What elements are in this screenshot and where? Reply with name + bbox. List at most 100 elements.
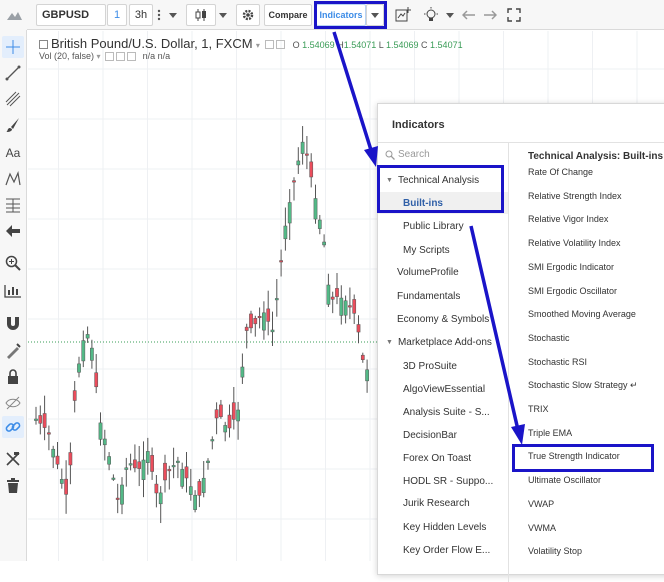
trend-line-icon[interactable] — [2, 62, 24, 84]
candles-icon[interactable] — [186, 4, 216, 26]
category-item[interactable]: Forex On Toast — [378, 447, 508, 469]
category-item[interactable]: Public Library — [378, 215, 508, 237]
candle-body — [77, 363, 81, 373]
brush-icon[interactable] — [2, 114, 24, 136]
title-dropdown-icon[interactable]: ▾ — [256, 41, 260, 50]
open-label: O — [292, 40, 300, 50]
gear-icon[interactable] — [236, 4, 260, 26]
candle-body — [38, 415, 43, 424]
crosshair-icon[interactable] — [2, 36, 24, 58]
indicator-list-header: Technical Analysis: Built-ins — [528, 151, 664, 162]
indicator-item[interactable]: Stochastic — [528, 333, 664, 343]
category-label: Marketplace Add-ons — [397, 336, 492, 348]
magnet-icon[interactable] — [2, 312, 24, 334]
measure-icon[interactable] — [2, 280, 24, 302]
high-value: 1.54071 — [343, 40, 377, 50]
candle-body — [111, 477, 116, 480]
interval-3h[interactable]: 3h — [129, 4, 153, 26]
legend-hide-icon[interactable] — [276, 40, 286, 50]
interval-dropdown-icon[interactable] — [166, 4, 180, 26]
indicator-item[interactable]: Volatility Stop — [528, 546, 664, 556]
indicator-item[interactable]: Stochastic Slow Strategy ↵ — [528, 380, 664, 391]
lightbulb-icon[interactable] — [420, 4, 442, 26]
compare-button[interactable]: Compare — [264, 4, 312, 26]
candle-body — [352, 299, 357, 314]
volume-hide-icon[interactable] — [116, 52, 126, 62]
candle-body — [365, 369, 369, 382]
search-input[interactable]: Search — [385, 149, 430, 160]
indicator-item[interactable]: SMI Ergodic Indicator — [528, 262, 664, 272]
category-label: Fundamentals — [397, 290, 461, 302]
category-item[interactable]: Economy & Symbols — [378, 308, 508, 330]
candle-body — [145, 451, 150, 463]
candle-body — [274, 298, 279, 301]
collapse-legend-icon[interactable] — [39, 40, 48, 50]
pattern-icon[interactable] — [2, 168, 24, 190]
indicator-item[interactable]: Ultimate Oscillator — [528, 475, 664, 485]
indicator-item[interactable]: SMI Ergodic Oscillator — [528, 286, 664, 296]
category-item[interactable]: DecisionBar — [378, 424, 508, 446]
alerts-dropdown-icon[interactable] — [443, 4, 457, 26]
expand-triangle-icon: ▼ — [386, 338, 393, 346]
arrow-left-icon[interactable] — [2, 220, 24, 242]
volume-dropdown-icon[interactable]: ▾ — [97, 52, 101, 61]
indicator-item[interactable]: VWMA — [528, 523, 664, 533]
category-item[interactable]: My Scripts — [378, 239, 508, 261]
legend-settings-icon[interactable] — [265, 40, 275, 50]
category-item[interactable]: ▼ Marketplace Add-ons — [378, 331, 508, 353]
remove-drawings-icon[interactable] — [2, 448, 24, 470]
category-item[interactable]: HODL SR - Suppo... — [378, 470, 508, 492]
indicator-item[interactable]: TRIX — [528, 404, 664, 414]
candle-body — [68, 452, 73, 466]
candle-body — [59, 479, 64, 484]
category-item[interactable]: Key Order Flow E... — [378, 539, 508, 561]
fullscreen-icon[interactable] — [503, 4, 525, 26]
category-item[interactable]: Fundamentals — [378, 285, 508, 307]
candle-body — [287, 202, 292, 224]
candle-body — [343, 300, 348, 316]
eye-icon[interactable] — [2, 392, 24, 414]
search-placeholder: Search — [398, 149, 430, 160]
more-intervals-icon[interactable] — [153, 4, 165, 26]
candle-body — [283, 225, 288, 240]
category-label: Forex On Toast — [403, 452, 472, 464]
volume-settings-icon[interactable] — [105, 52, 115, 62]
category-item[interactable]: VolumeProfile — [378, 261, 508, 283]
indicator-item[interactable]: Relative Strength Index — [528, 191, 664, 201]
indicator-item[interactable]: Triple EMA — [528, 428, 664, 438]
pitchfork-icon[interactable] — [2, 88, 24, 110]
undo-icon[interactable] — [460, 4, 478, 26]
indicator-item[interactable]: Smoothed Moving Average — [528, 309, 664, 319]
stay-drawing-icon[interactable] — [2, 340, 24, 362]
dialog-divider — [378, 142, 664, 143]
text-icon[interactable]: Aa — [2, 142, 24, 164]
lock-icon[interactable] — [2, 366, 24, 388]
candle-body — [55, 455, 60, 465]
symbol-search[interactable]: GBPUSD — [36, 4, 106, 26]
low-label: L — [378, 40, 384, 50]
zoom-icon[interactable] — [2, 252, 24, 274]
category-item[interactable]: AlgoViewEssential — [378, 378, 508, 400]
add-chart-icon[interactable] — [392, 4, 414, 26]
candle-body — [309, 161, 314, 178]
indicator-item[interactable]: Relative Vigor Index — [528, 214, 664, 224]
fib-icon[interactable] — [2, 194, 24, 216]
candle-body — [219, 404, 223, 418]
category-item[interactable]: Jurik Research — [378, 492, 508, 514]
category-item[interactable]: Analysis Suite - S... — [378, 401, 508, 423]
indicator-item[interactable]: Relative Volatility Index — [528, 238, 664, 248]
volume-remove-icon[interactable] — [127, 52, 137, 62]
category-item[interactable]: Key Hidden Levels — [378, 516, 508, 538]
candle-body — [167, 469, 172, 472]
category-item[interactable]: 3D ProSuite — [378, 355, 508, 377]
indicator-item[interactable]: Stochastic RSI — [528, 357, 664, 367]
indicator-item[interactable]: VWAP — [528, 499, 664, 509]
indicator-item[interactable]: Rate Of Change — [528, 167, 664, 177]
link-icon[interactable] — [2, 416, 24, 438]
chart-type-dropdown-icon[interactable] — [216, 4, 230, 26]
candle-body — [85, 334, 90, 339]
redo-icon[interactable] — [481, 4, 499, 26]
category-label: VolumeProfile — [397, 266, 459, 278]
trash-icon[interactable] — [2, 474, 24, 496]
interval-1[interactable]: 1 — [107, 4, 127, 26]
